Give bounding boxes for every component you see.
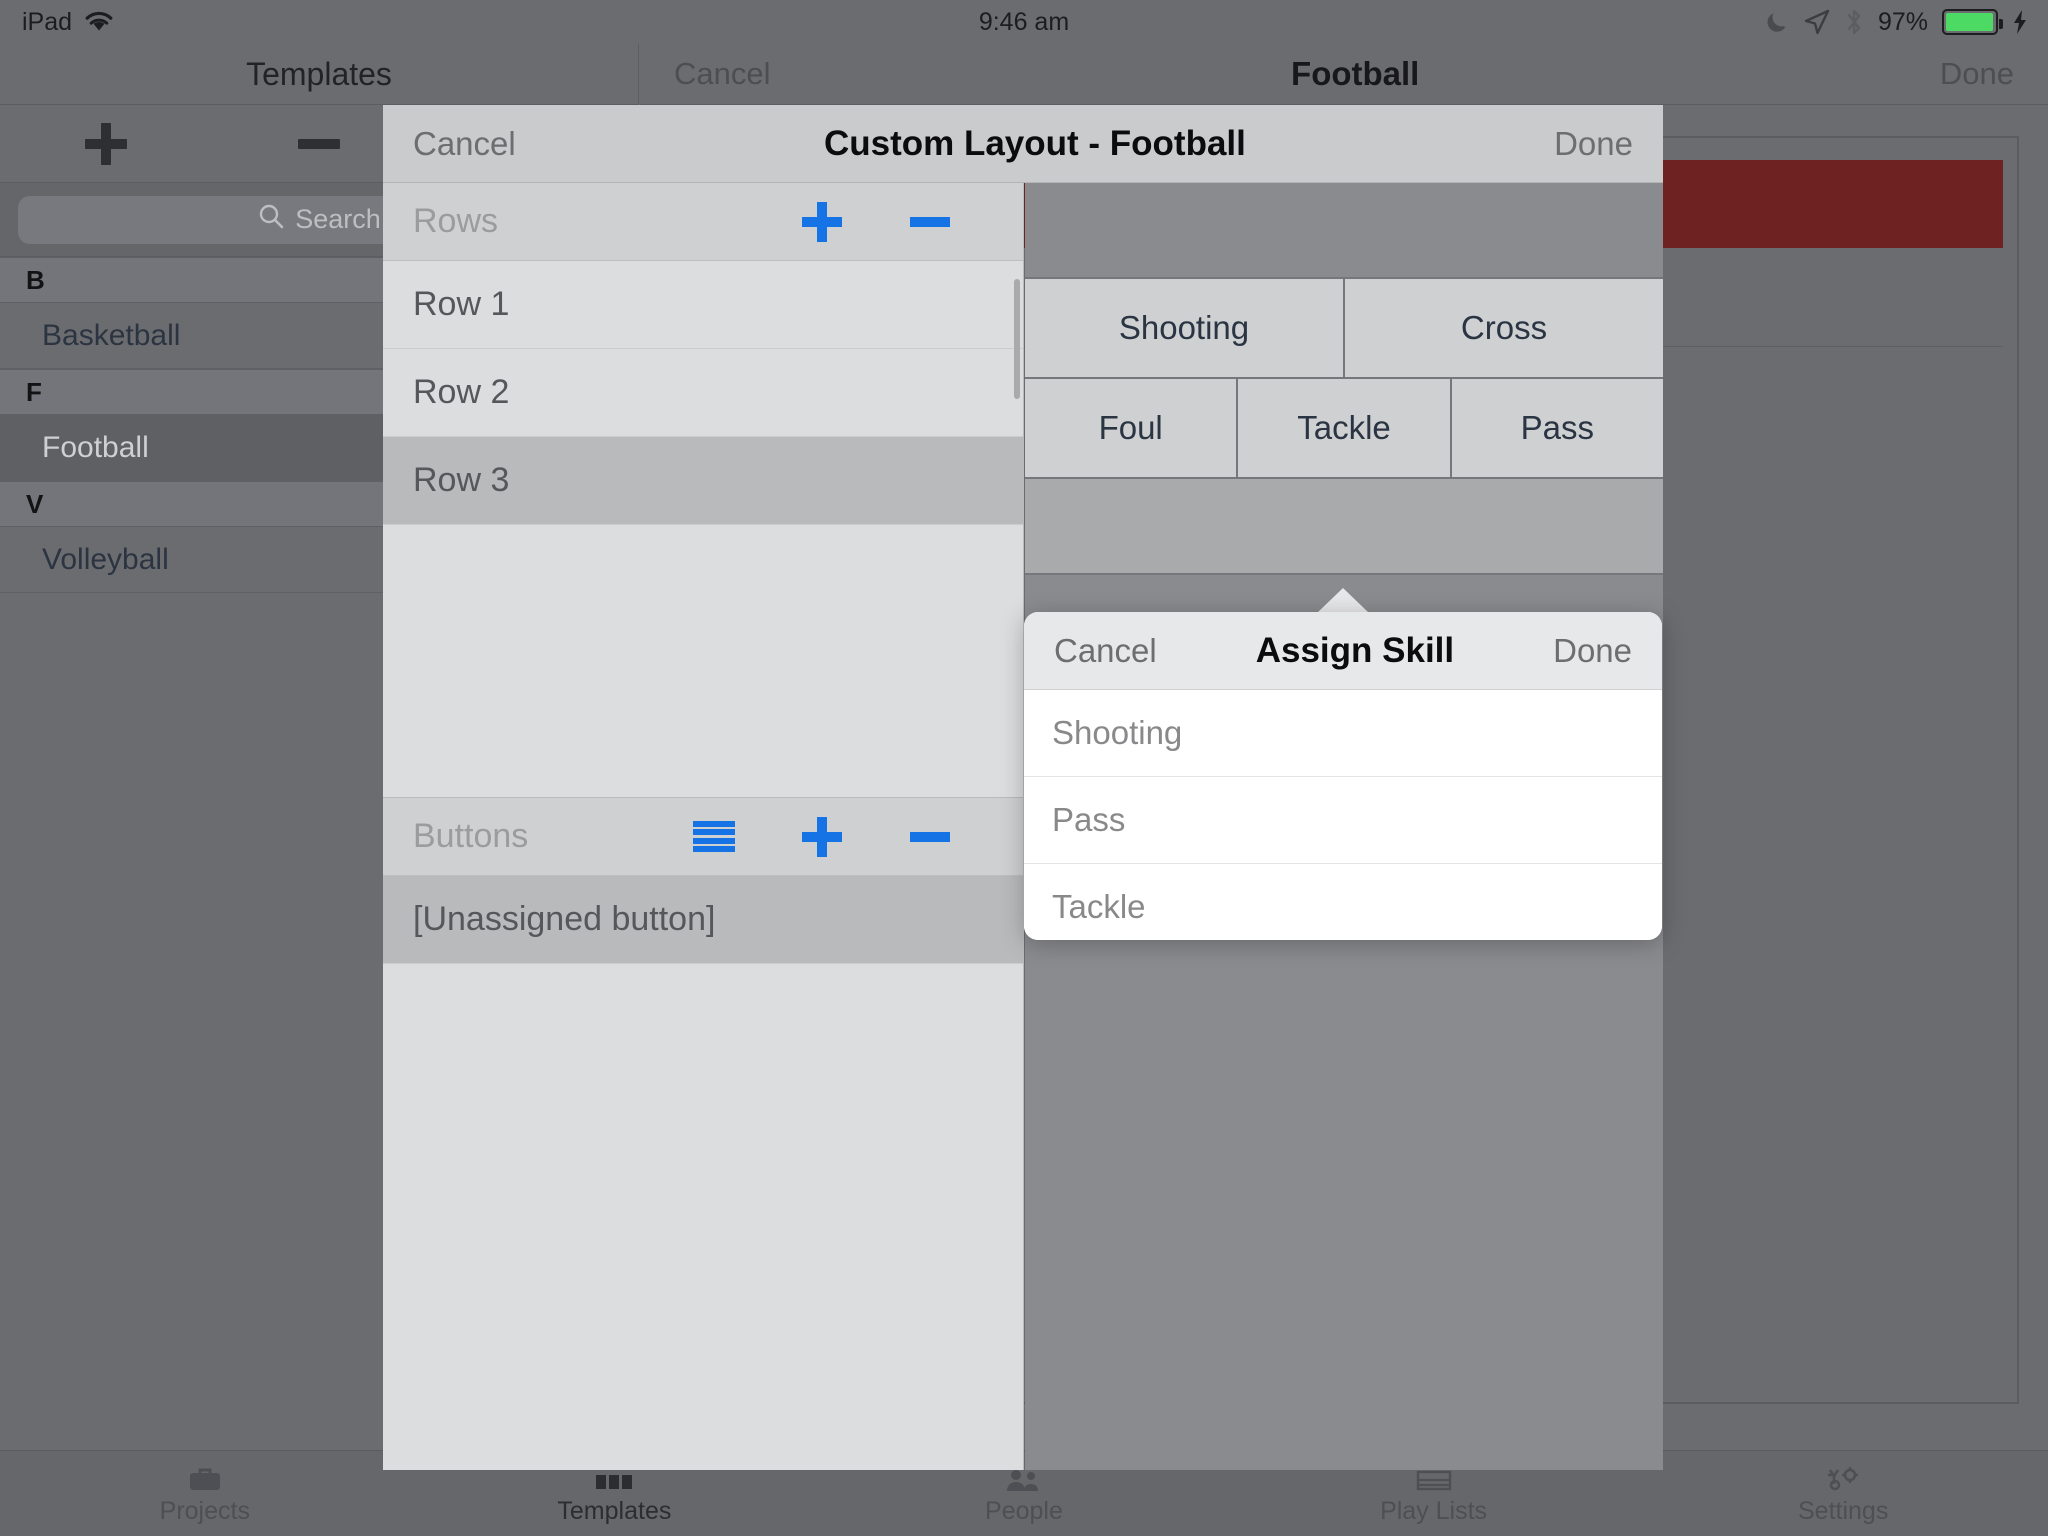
bluetooth-icon: [1844, 8, 1864, 36]
tab-projects[interactable]: Projects: [0, 1462, 410, 1526]
search-placeholder-label: Search: [295, 204, 381, 234]
rows-section-title: Rows: [413, 202, 499, 240]
background-detail-navbar: Cancel Football Done: [640, 44, 2048, 105]
popover-cancel-button[interactable]: Cancel: [1054, 632, 1157, 670]
preview-button-tackle[interactable]: Tackle: [1238, 379, 1452, 477]
background-cancel-button[interactable]: Cancel: [674, 56, 771, 92]
tab-label-projects: Projects: [159, 1496, 250, 1525]
gears-icon: [1825, 1462, 1861, 1492]
popover-done-button[interactable]: Done: [1553, 632, 1632, 670]
rows-list: Row 1 Row 2 Row 3: [383, 261, 1023, 525]
rows-list-item[interactable]: Row 3: [383, 437, 1023, 525]
minus-icon: [910, 216, 950, 227]
battery-percent-label: 97%: [1877, 7, 1928, 36]
preview-button-cross[interactable]: Cross: [1345, 279, 1663, 377]
skill-list: Shooting ✓ Pass ✓ Tackle ✓ Cross ✓ Foul: [1024, 690, 1662, 940]
preview-row-1-empty[interactable]: [1025, 183, 1663, 279]
rows-section-header: Rows: [383, 183, 1023, 261]
tab-templates[interactable]: Templates: [410, 1462, 820, 1526]
custom-layout-modal-navbar: Cancel Custom Layout - Football Done: [383, 105, 1663, 183]
add-row-button[interactable]: [768, 201, 876, 242]
search-icon: [257, 202, 285, 237]
background-done-button[interactable]: Done: [1940, 56, 2014, 92]
plus-icon: [802, 816, 842, 857]
preview-row-3: Foul Tackle Pass: [1025, 379, 1663, 479]
modal-title: Custom Layout - Football: [823, 123, 1246, 163]
moon-icon: [1764, 9, 1790, 35]
tab-settings[interactable]: Settings: [1638, 1462, 2048, 1526]
buttons-pane: Buttons [Unassigned button]: [383, 797, 1023, 1470]
rows-pane: Rows Row 1 Row 2 Row 3: [383, 183, 1023, 797]
assign-skill-popover: Cancel Assign Skill Done Shooting ✓ Pass…: [1024, 588, 1662, 940]
rows-list-empty-space: [383, 525, 1023, 797]
rows-list-item[interactable]: Row 2: [383, 349, 1023, 437]
tab-people[interactable]: People: [819, 1462, 1229, 1526]
rows-scroll-indicator[interactable]: [1014, 279, 1020, 399]
background-templates-title: Templates: [0, 44, 638, 105]
preview-row-4-selected[interactable]: [1025, 479, 1663, 575]
add-button-button[interactable]: [768, 816, 876, 857]
skill-label: Shooting: [1052, 714, 1183, 751]
reorder-hamburger-icon: [693, 820, 735, 853]
skill-label: Tackle: [1052, 888, 1146, 925]
tab-label-people: People: [985, 1496, 1063, 1525]
tab-label-templates: Templates: [557, 1496, 672, 1525]
popover-title: Assign Skill: [1255, 630, 1455, 670]
preview-button-shooting[interactable]: Shooting: [1025, 279, 1345, 377]
rows-list-item[interactable]: Row 1: [383, 261, 1023, 349]
skill-label: Pass: [1052, 801, 1126, 838]
remove-button-button[interactable]: [876, 831, 984, 842]
plus-icon: [802, 201, 842, 242]
plus-icon: [85, 122, 128, 165]
tab-label-play-lists: Play Lists: [1380, 1496, 1488, 1525]
assign-skill-navbar: Cancel Assign Skill Done: [1024, 612, 1662, 690]
popover-arrow-icon: [1317, 588, 1369, 613]
modal-cancel-button[interactable]: Cancel: [413, 125, 516, 163]
layout-editor-left-column: Rows Row 1 Row 2 Row 3 Buttons [Unassign…: [383, 183, 1024, 1470]
minus-icon: [910, 831, 950, 842]
status-bar: iPad 9:46 am 97%: [0, 0, 2048, 44]
clock-label: 9:46 am: [978, 7, 1070, 36]
status-bar-right: 97%: [1764, 8, 2028, 37]
preview-button-foul[interactable]: Foul: [1025, 379, 1239, 477]
preview-button-pass[interactable]: Pass: [1451, 379, 1663, 477]
reorder-buttons-button[interactable]: [660, 820, 768, 853]
briefcase-icon: [188, 1462, 222, 1492]
buttons-list-item[interactable]: [Unassigned button]: [383, 876, 1023, 964]
buttons-section-header: Buttons: [383, 798, 1023, 876]
tab-play-lists[interactable]: Play Lists: [1229, 1462, 1639, 1526]
tab-label-settings: Settings: [1798, 1496, 1889, 1525]
minus-icon: [298, 138, 340, 149]
buttons-list-empty-space: [383, 964, 1023, 1469]
buttons-section-title: Buttons: [413, 817, 529, 855]
assign-skill-card: Cancel Assign Skill Done Shooting ✓ Pass…: [1024, 612, 1662, 940]
skill-option-shooting[interactable]: Shooting ✓: [1024, 690, 1662, 777]
modal-done-button[interactable]: Done: [1554, 125, 1633, 163]
preview-row-2: Shooting Cross: [1025, 279, 1663, 379]
location-arrow-icon: [1804, 9, 1830, 35]
lightning-bolt-icon: [2012, 9, 2028, 35]
background-detail-title: Football: [1291, 55, 1420, 92]
battery-icon: [1942, 9, 2003, 35]
add-template-button[interactable]: [0, 122, 213, 165]
skill-option-pass[interactable]: Pass ✓: [1024, 777, 1662, 864]
buttons-list: [Unassigned button]: [383, 876, 1023, 964]
remove-row-button[interactable]: [876, 216, 984, 227]
skill-option-tackle[interactable]: Tackle ✓: [1024, 864, 1662, 940]
